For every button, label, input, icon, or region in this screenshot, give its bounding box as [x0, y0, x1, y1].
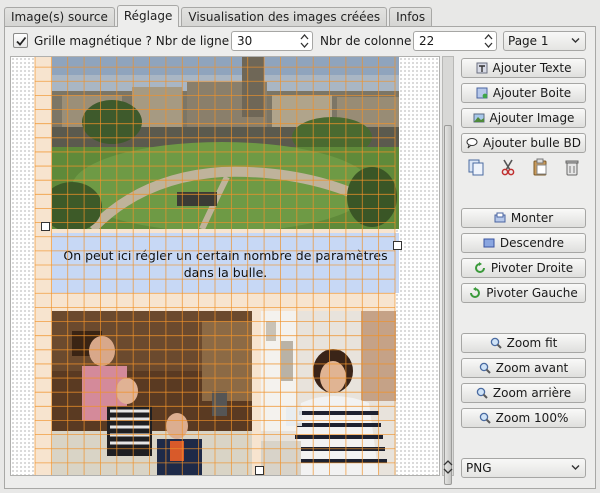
spin-arrows-icon[interactable] [300, 33, 309, 49]
tab-infos[interactable]: Infos [389, 7, 433, 27]
girl-photo-image [261, 311, 396, 475]
magnetic-grid-checkbox[interactable] [13, 33, 28, 48]
export-format-select[interactable]: PNG [461, 458, 586, 478]
check-icon [16, 36, 27, 46]
speech-bubble[interactable]: On peut ici régler un certain nombre de … [52, 233, 399, 293]
cols-spinbox[interactable]: 22 [413, 31, 497, 51]
resize-handle[interactable] [255, 466, 264, 475]
export-format-value: PNG [466, 461, 492, 475]
copy-icon[interactable] [467, 158, 485, 176]
layout-canvas[interactable]: On peut ici régler un certain nombre de … [10, 56, 440, 476]
move-down-button[interactable]: Descendre [461, 233, 586, 253]
grid-rows-label: Grille magnétique ? Nbr de ligne : [34, 34, 238, 48]
vertical-scrollbar[interactable] [442, 56, 454, 485]
resize-handle[interactable] [393, 241, 402, 250]
image-icon [473, 113, 485, 123]
rotate-right-icon [474, 262, 485, 273]
photo-town-square[interactable] [52, 57, 399, 229]
rows-spinbox[interactable]: 30 [231, 31, 313, 51]
photo-family[interactable] [52, 311, 252, 475]
tab-image-source[interactable]: Image(s) source [4, 7, 115, 27]
zoom-in-icon [479, 362, 491, 374]
delete-icon[interactable] [563, 158, 581, 176]
town-photo-image [52, 57, 399, 229]
zoom-100-button[interactable]: Zoom 100% [461, 408, 586, 428]
cols-value: 22 [419, 34, 435, 48]
chevron-down-icon [571, 465, 580, 470]
send-backward-icon [483, 238, 495, 248]
paste-icon[interactable] [531, 158, 549, 176]
rotate-left-button[interactable]: Pivoter Gauche [461, 283, 586, 303]
magnifier-icon [490, 337, 502, 349]
speech-bubble-icon [466, 138, 478, 149]
resize-handle[interactable] [41, 222, 50, 231]
tab-visualisation[interactable]: Visualisation des images créées [181, 7, 388, 27]
bring-forward-icon [494, 212, 506, 223]
zoom-out-icon [476, 387, 488, 399]
rotate-right-button[interactable]: Pivoter Droite [461, 258, 586, 278]
move-up-button[interactable]: Monter [461, 208, 586, 228]
scroll-arrows-icon[interactable] [442, 459, 454, 475]
add-text-button[interactable]: Ajouter Texte [461, 58, 586, 78]
zoom-fit-button[interactable]: Zoom fit [461, 333, 586, 353]
scrollbar-thumb[interactable] [444, 125, 452, 485]
cols-label: Nbr de colonne : [320, 34, 420, 48]
rotate-left-icon [470, 287, 481, 298]
add-image-button[interactable]: Ajouter Image [461, 108, 586, 128]
rows-value: 30 [237, 34, 253, 48]
page-select[interactable]: Page 1 [503, 31, 586, 51]
cut-icon[interactable] [499, 158, 517, 176]
add-bubble-button[interactable]: Ajouter bulle BD [461, 133, 586, 153]
spin-arrows-icon[interactable] [484, 33, 493, 49]
tab-bar: Image(s) source Réglage Visualisation de… [4, 5, 434, 27]
tab-reglage[interactable]: Réglage [116, 5, 180, 27]
box-icon [476, 87, 488, 99]
zoom-in-button[interactable]: Zoom avant [461, 358, 586, 378]
photo-girl[interactable] [261, 311, 396, 475]
chevron-down-icon [571, 38, 580, 43]
page-select-value: Page 1 [508, 34, 549, 48]
family-photo-image [52, 311, 252, 475]
zoom-out-button[interactable]: Zoom arrière [461, 383, 586, 403]
zoom-actual-icon [479, 412, 491, 424]
text-icon [476, 62, 487, 74]
add-box-button[interactable]: Ajouter Boite [461, 83, 586, 103]
